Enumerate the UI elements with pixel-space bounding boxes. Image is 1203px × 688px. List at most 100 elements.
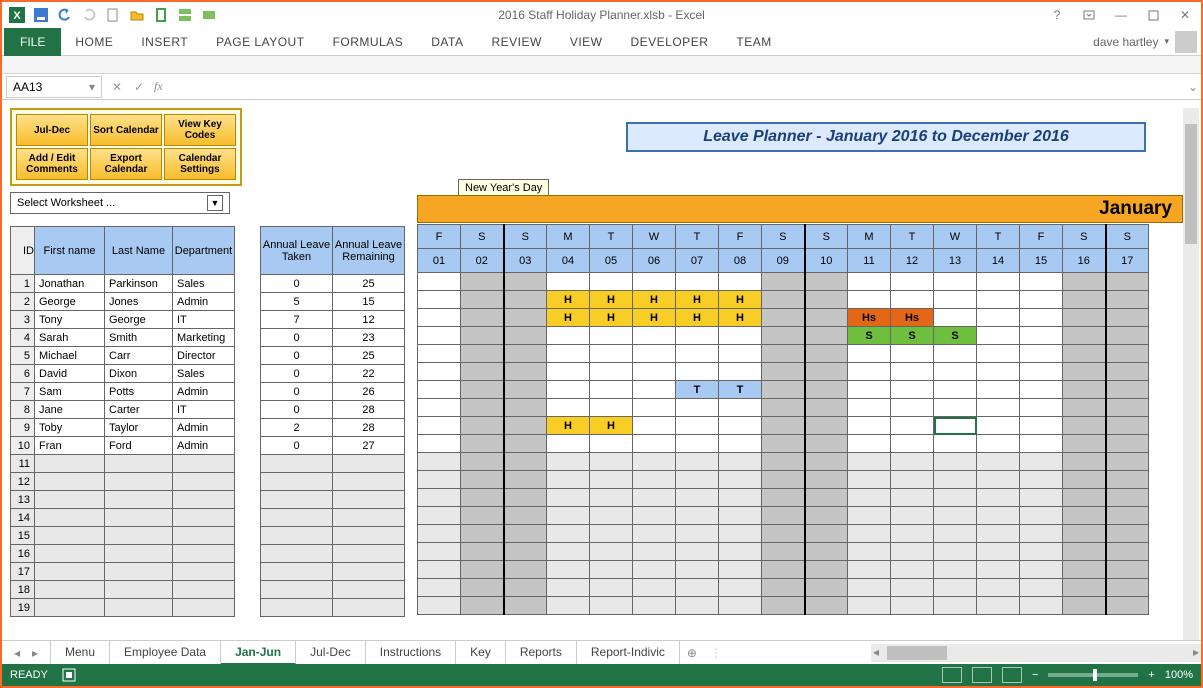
calendar-cell[interactable] (590, 561, 633, 579)
panel-button-add-edit-comments[interactable]: Add / Edit Comments (16, 148, 88, 180)
calendar-cell[interactable] (805, 435, 848, 453)
calendar-cell[interactable] (504, 309, 547, 327)
fx-icon[interactable]: fx (154, 79, 163, 94)
calendar-cell[interactable] (1020, 507, 1063, 525)
calendar-row[interactable] (418, 597, 1149, 615)
calendar-cell[interactable] (805, 507, 848, 525)
calendar-cell[interactable] (676, 525, 719, 543)
calendar-cell[interactable] (1106, 381, 1149, 399)
ribbon-display-icon[interactable] (1073, 4, 1105, 26)
table-row[interactable]: 3TonyGeorgeIT (11, 311, 235, 329)
calendar-cell[interactable] (547, 597, 590, 615)
calendar-cell[interactable] (848, 489, 891, 507)
calendar-cell[interactable] (977, 291, 1020, 309)
calendar-cell[interactable] (633, 399, 676, 417)
calendar-cell[interactable] (504, 543, 547, 561)
calendar-cell[interactable] (891, 291, 934, 309)
calendar-cell[interactable] (1106, 399, 1149, 417)
vertical-scrollbar[interactable] (1183, 108, 1199, 640)
calendar-cell[interactable] (504, 291, 547, 309)
calendar-cell[interactable] (1106, 507, 1149, 525)
name-box[interactable]: AA13 ▾ (6, 76, 102, 98)
calendar-cell[interactable] (891, 345, 934, 363)
calendar-cell[interactable] (719, 273, 762, 291)
calendar-cell[interactable] (805, 291, 848, 309)
calendar-cell[interactable] (1063, 471, 1106, 489)
table-row[interactable]: 5MichaelCarrDirector (11, 347, 235, 365)
table-row[interactable]: 515 (261, 293, 405, 311)
table-row[interactable]: 8JaneCarterIT (11, 401, 235, 419)
calendar-cell[interactable] (633, 579, 676, 597)
calendar-cell[interactable] (848, 543, 891, 561)
calendar-row[interactable] (418, 435, 1149, 453)
calendar-cell[interactable] (676, 399, 719, 417)
calendar-cell[interactable] (547, 273, 590, 291)
calendar-cell[interactable] (1063, 399, 1106, 417)
calendar-cell[interactable] (1063, 273, 1106, 291)
panel-button-export-calendar[interactable]: Export Calendar (90, 148, 162, 180)
calendar-cell[interactable] (805, 597, 848, 615)
calendar-row[interactable]: HHHHH (418, 291, 1149, 309)
table-row[interactable]: 6DavidDixonSales (11, 365, 235, 383)
calendar-cell[interactable] (805, 273, 848, 291)
calendar-cell[interactable] (1106, 291, 1149, 309)
calendar-cell[interactable] (891, 579, 934, 597)
table-row[interactable]: 228 (261, 419, 405, 437)
calendar-cell[interactable]: S (934, 327, 977, 345)
zoom-out-icon[interactable]: − (1032, 669, 1038, 681)
leave-table[interactable]: Annual Leave TakenAnnual Leave Remaining… (260, 226, 405, 617)
calendar-cell[interactable] (590, 327, 633, 345)
calendar-cell[interactable] (891, 453, 934, 471)
calendar-cell[interactable] (547, 579, 590, 597)
calendar-cell[interactable] (547, 399, 590, 417)
calendar-cell[interactable] (676, 507, 719, 525)
calendar-cell[interactable] (461, 561, 504, 579)
calendar-cell[interactable] (891, 381, 934, 399)
calendar-cell[interactable] (1020, 363, 1063, 381)
table-row[interactable] (261, 599, 405, 617)
calendar-cell[interactable] (977, 471, 1020, 489)
calendar-cell[interactable] (590, 489, 633, 507)
undo-icon[interactable] (54, 4, 76, 26)
calendar-cell[interactable] (1063, 417, 1106, 435)
save-icon[interactable] (30, 4, 52, 26)
calendar-cell[interactable] (1106, 597, 1149, 615)
calendar-cell[interactable] (1106, 273, 1149, 291)
file-tab[interactable]: FILE (4, 28, 61, 56)
ribbon-tab-home[interactable]: HOME (61, 28, 127, 56)
table-row[interactable]: 15 (11, 527, 235, 545)
calendar-cell[interactable] (547, 561, 590, 579)
calendar-cell[interactable]: H (719, 309, 762, 327)
calendar-cell[interactable] (504, 561, 547, 579)
table-row[interactable] (261, 491, 405, 509)
calendar-cell[interactable] (633, 597, 676, 615)
calendar-cell[interactable]: H (676, 309, 719, 327)
calendar-cell[interactable] (719, 345, 762, 363)
calendar-cell[interactable] (418, 363, 461, 381)
calendar-cell[interactable] (762, 309, 805, 327)
user-name[interactable]: dave hartley (1093, 35, 1158, 49)
calendar-cell[interactable] (1020, 453, 1063, 471)
calendar-cell[interactable] (977, 579, 1020, 597)
calendar-cell[interactable] (719, 363, 762, 381)
panel-button-jul-dec[interactable]: Jul-Dec (16, 114, 88, 146)
calendar-cell[interactable] (1020, 417, 1063, 435)
calendar-cell[interactable] (676, 453, 719, 471)
calendar-cell[interactable] (418, 399, 461, 417)
calendar-cell[interactable] (633, 435, 676, 453)
calendar-cell[interactable] (1063, 363, 1106, 381)
calendar-cell[interactable] (418, 345, 461, 363)
calendar-cell[interactable] (891, 363, 934, 381)
calendar-cell[interactable] (461, 363, 504, 381)
calendar-cell[interactable] (977, 327, 1020, 345)
calendar-cell[interactable] (1106, 561, 1149, 579)
calendar-cell[interactable] (504, 525, 547, 543)
calendar-cell[interactable] (461, 489, 504, 507)
calendar-cell[interactable] (719, 525, 762, 543)
table-row[interactable]: 2GeorgeJonesAdmin (11, 293, 235, 311)
calendar-cell[interactable] (676, 273, 719, 291)
calendar-cell[interactable] (461, 327, 504, 345)
calendar-cell[interactable] (934, 345, 977, 363)
calendar-cell[interactable] (1063, 345, 1106, 363)
calendar-cell[interactable] (891, 507, 934, 525)
